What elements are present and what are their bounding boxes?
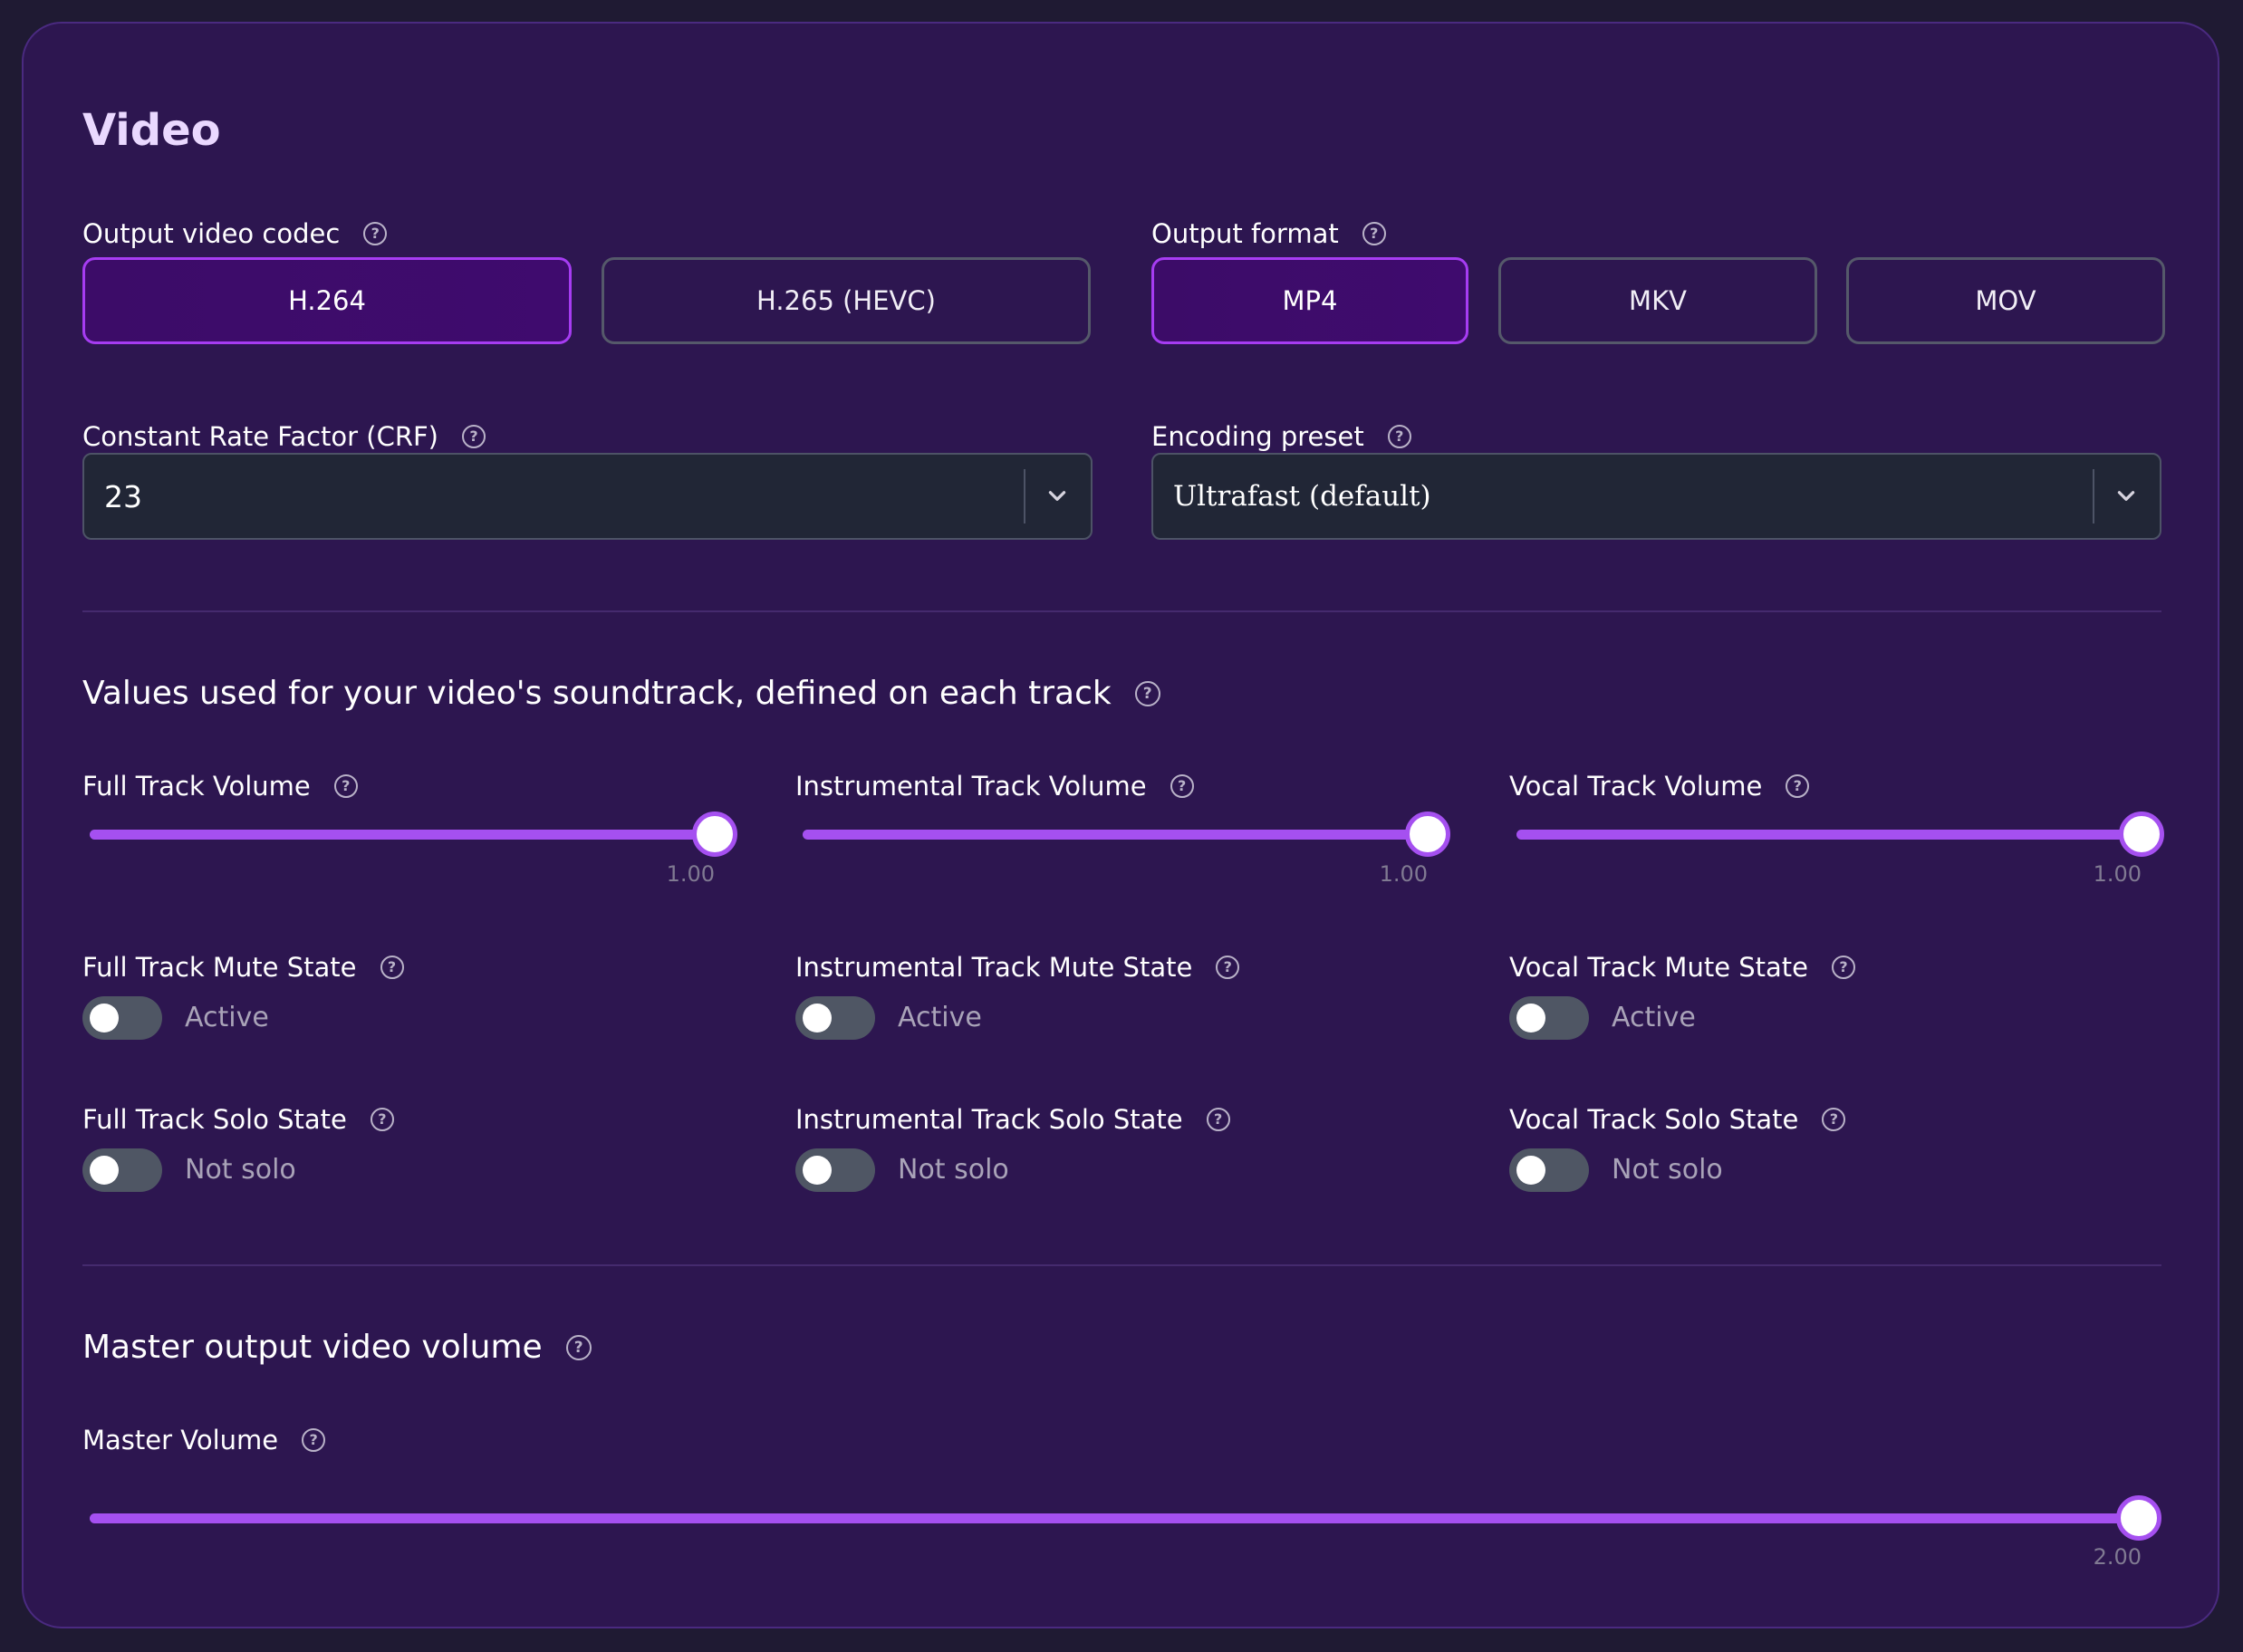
section-title-master: Master output video volume xyxy=(82,1329,543,1366)
help-icon[interactable]: ? xyxy=(370,1108,394,1131)
master-volume-label: Master Volume xyxy=(82,1425,279,1455)
full-track-mute-toggle[interactable] xyxy=(82,996,162,1040)
toggle-knob xyxy=(1516,1156,1545,1185)
chevron-down-icon[interactable] xyxy=(1045,484,1069,507)
vocal-track-volume-value: 1.00 xyxy=(2093,861,2142,887)
master-volume-label-row: Master Volume ? xyxy=(82,1422,326,1458)
select-separator xyxy=(2093,469,2094,523)
section-title-soundtrack: Values used for your video's soundtrack,… xyxy=(82,675,1112,712)
format-option-mov[interactable]: MOV xyxy=(1846,257,2165,344)
instrumental-track-solo-toggle[interactable] xyxy=(795,1148,875,1192)
instrumental-track-volume-slider[interactable] xyxy=(803,812,1450,857)
instrumental-track-mute-label-row: Instrumental Track Mute State ? xyxy=(795,949,1240,985)
full-track-volume-value: 1.00 xyxy=(666,861,715,887)
vocal-track-solo-toggle[interactable] xyxy=(1509,1148,1589,1192)
slider-fill xyxy=(90,1513,2139,1523)
slider-fill xyxy=(90,830,715,840)
toggle-knob xyxy=(1516,1004,1545,1032)
vocal-track-solo-state: Not solo xyxy=(1612,1154,1723,1186)
codec-option-h265[interactable]: H.265 (HEVC) xyxy=(602,257,1091,344)
help-icon[interactable]: ? xyxy=(1134,681,1160,706)
vocal-track-volume-label: Vocal Track Volume xyxy=(1509,771,1763,802)
instrumental-track-volume-label-row: Instrumental Track Volume ? xyxy=(795,768,1194,804)
help-icon[interactable]: ? xyxy=(1822,1108,1846,1131)
full-track-volume-slider[interactable] xyxy=(90,812,737,857)
instrumental-track-mute-label: Instrumental Track Mute State xyxy=(795,952,1193,983)
help-icon[interactable]: ? xyxy=(1387,425,1411,448)
help-icon[interactable]: ? xyxy=(1170,774,1194,798)
master-volume-slider[interactable] xyxy=(90,1495,2161,1541)
instrumental-track-mute-state: Active xyxy=(898,1002,982,1033)
help-icon[interactable]: ? xyxy=(1786,774,1810,798)
slider-fill xyxy=(1516,830,2142,840)
vocal-track-solo-label: Vocal Track Solo State xyxy=(1509,1104,1799,1135)
help-icon[interactable]: ? xyxy=(462,425,486,448)
format-option-mp4[interactable]: MP4 xyxy=(1151,257,1468,344)
codec-label: Output video codec xyxy=(82,218,341,249)
vocal-track-volume-slider[interactable] xyxy=(1516,812,2164,857)
instrumental-track-solo-state: Not solo xyxy=(898,1154,1009,1186)
codec-option-h264[interactable]: H.264 xyxy=(82,257,572,344)
chevron-down-icon[interactable] xyxy=(2114,484,2138,507)
help-icon[interactable]: ? xyxy=(565,1335,592,1360)
help-icon[interactable]: ? xyxy=(363,222,388,245)
master-title-row: Master output video volume ? xyxy=(82,1326,592,1369)
help-icon[interactable]: ? xyxy=(333,774,358,798)
preset-label-row: Encoding preset ? xyxy=(1151,418,1411,455)
master-volume-value: 2.00 xyxy=(2093,1544,2142,1570)
vocal-track-mute-state: Active xyxy=(1612,1002,1696,1033)
help-icon[interactable]: ? xyxy=(1362,222,1386,245)
instrumental-track-volume-label: Instrumental Track Volume xyxy=(795,771,1147,802)
full-track-volume-label: Full Track Volume xyxy=(82,771,311,802)
full-track-solo-toggle[interactable] xyxy=(82,1148,162,1192)
help-icon[interactable]: ? xyxy=(1206,1108,1230,1131)
slider-fill xyxy=(803,830,1428,840)
help-icon[interactable]: ? xyxy=(1832,956,1856,979)
codec-label-row: Output video codec ? xyxy=(82,216,388,252)
section-title-video: Video xyxy=(82,105,221,156)
vocal-track-mute-toggle[interactable] xyxy=(1509,996,1589,1040)
instrumental-track-mute-toggle[interactable] xyxy=(795,996,875,1040)
vocal-track-mute-label-row: Vocal Track Mute State ? xyxy=(1509,949,1856,985)
slider-thumb[interactable] xyxy=(1405,812,1450,857)
full-track-volume-label-row: Full Track Volume ? xyxy=(82,768,358,804)
help-icon[interactable]: ? xyxy=(1216,956,1240,979)
toggle-knob xyxy=(90,1156,119,1185)
preset-value: Ultrafast (default) xyxy=(1173,480,1431,513)
full-track-solo-label-row: Full Track Solo State ? xyxy=(82,1101,394,1138)
preset-label: Encoding preset xyxy=(1151,421,1364,452)
help-icon[interactable]: ? xyxy=(302,1428,326,1452)
full-track-solo-state: Not solo xyxy=(185,1154,296,1186)
vocal-track-mute-label: Vocal Track Mute State xyxy=(1509,952,1809,983)
full-track-mute-state: Active xyxy=(185,1002,269,1033)
crf-label: Constant Rate Factor (CRF) xyxy=(82,421,439,452)
video-settings-panel: Video Output video codec ? H.264 H.265 (… xyxy=(22,22,2219,1628)
vocal-track-volume-label-row: Vocal Track Volume ? xyxy=(1509,768,1810,804)
instrumental-track-volume-value: 1.00 xyxy=(1379,861,1428,887)
crf-label-row: Constant Rate Factor (CRF) ? xyxy=(82,418,486,455)
full-track-mute-label-row: Full Track Mute State ? xyxy=(82,949,404,985)
format-label: Output format xyxy=(1151,218,1339,249)
select-separator xyxy=(1024,469,1025,523)
instrumental-track-solo-label-row: Instrumental Track Solo State ? xyxy=(795,1101,1230,1138)
full-track-mute-label: Full Track Mute State xyxy=(82,952,357,983)
full-track-solo-label: Full Track Solo State xyxy=(82,1104,347,1135)
instrumental-track-solo-label: Instrumental Track Solo State xyxy=(795,1104,1183,1135)
preset-select[interactable]: Ultrafast (default) xyxy=(1151,453,2161,540)
help-icon[interactable]: ? xyxy=(380,956,404,979)
format-label-row: Output format ? xyxy=(1151,216,1386,252)
crf-select[interactable]: 23 xyxy=(82,453,1093,540)
toggle-knob xyxy=(90,1004,119,1032)
section-divider xyxy=(82,610,2161,612)
format-option-mkv[interactable]: MKV xyxy=(1498,257,1817,344)
soundtrack-title-row: Values used for your video's soundtrack,… xyxy=(82,672,1160,716)
section-divider xyxy=(82,1264,2161,1266)
crf-value: 23 xyxy=(104,478,142,514)
toggle-knob xyxy=(803,1004,832,1032)
slider-thumb[interactable] xyxy=(2116,1495,2161,1541)
toggle-knob xyxy=(803,1156,832,1185)
vocal-track-solo-label-row: Vocal Track Solo State ? xyxy=(1509,1101,1846,1138)
slider-thumb[interactable] xyxy=(692,812,737,857)
slider-thumb[interactable] xyxy=(2119,812,2164,857)
